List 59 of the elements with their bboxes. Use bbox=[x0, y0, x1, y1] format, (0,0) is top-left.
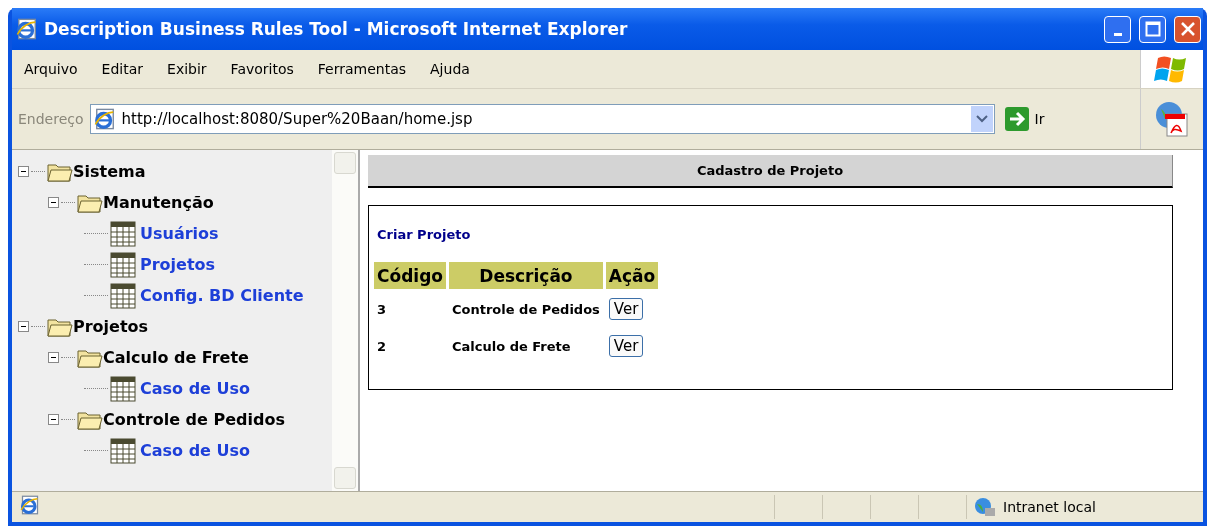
tree-folder-label[interactable]: Manutenção bbox=[103, 193, 214, 212]
tree-folder-label[interactable]: Sistema bbox=[73, 162, 146, 181]
collapse-icon[interactable] bbox=[18, 166, 29, 177]
maximize-button[interactable] bbox=[1139, 15, 1166, 43]
table-icon bbox=[110, 251, 136, 278]
address-label: Endereço bbox=[18, 111, 84, 127]
folder-icon bbox=[77, 347, 103, 368]
view-button[interactable]: Ver bbox=[608, 298, 644, 320]
table-cell-text: 2 bbox=[376, 337, 388, 356]
address-field[interactable]: http://localhost:8080/Super%20Baan/home.jsp bbox=[89, 104, 995, 134]
close-icon bbox=[1179, 21, 1196, 37]
collapse-icon[interactable] bbox=[48, 352, 59, 363]
tree-link[interactable]: Caso de Uso bbox=[140, 441, 250, 460]
network-globe-icon bbox=[973, 496, 997, 518]
tree-link[interactable]: Config. BD Cliente bbox=[140, 286, 304, 305]
menu-item[interactable]: Arquivo bbox=[12, 61, 90, 77]
page-icon bbox=[93, 108, 116, 130]
collapse-icon[interactable] bbox=[18, 321, 29, 332]
close-button[interactable] bbox=[1174, 15, 1201, 43]
folder-icon bbox=[77, 409, 103, 430]
menu-item[interactable]: Editar bbox=[89, 61, 156, 77]
menu-item[interactable]: Ferramentas bbox=[305, 61, 419, 77]
table-cell-text: Controle de Pedidos bbox=[451, 300, 601, 319]
pdf-globe-icon[interactable] bbox=[1155, 101, 1189, 137]
folder-icon bbox=[47, 161, 73, 182]
column-header: Descrição bbox=[449, 262, 603, 289]
tree-folder-label[interactable]: Projetos bbox=[73, 317, 149, 336]
dropdown-icon[interactable] bbox=[975, 115, 988, 123]
menu-item[interactable]: Exibir bbox=[155, 61, 219, 77]
menu-item[interactable]: Ajuda bbox=[418, 61, 482, 77]
tree-link[interactable]: Usuários bbox=[140, 224, 219, 243]
table-cell-text: 3 bbox=[376, 300, 388, 319]
table-icon bbox=[110, 437, 136, 464]
menu-item[interactable]: Favoritos bbox=[218, 61, 306, 77]
tree-folder-label[interactable]: Calculo de Frete bbox=[103, 348, 249, 367]
maximize-icon bbox=[1144, 21, 1161, 37]
tree-folder-label[interactable]: Controle de Pedidos bbox=[103, 410, 285, 429]
page-icon bbox=[20, 495, 40, 515]
table-icon bbox=[110, 282, 136, 309]
window-title: Description Business Rules Tool - Microsoft Internet Explorer bbox=[44, 19, 629, 39]
minimize-icon bbox=[1113, 32, 1122, 36]
collapse-icon[interactable] bbox=[48, 197, 59, 208]
folder-icon bbox=[77, 192, 103, 213]
go-button[interactable]: Ir bbox=[1000, 107, 1049, 131]
tree-link[interactable]: Caso de Uso bbox=[140, 379, 250, 398]
browser-icon bbox=[16, 18, 38, 40]
tree-link[interactable]: Projetos bbox=[140, 255, 216, 274]
table-icon bbox=[110, 375, 136, 402]
zone-label: Intranet local bbox=[1003, 499, 1096, 515]
page-heading: Cadastro de Projeto bbox=[368, 155, 1173, 188]
create-project-link[interactable]: Criar Projeto bbox=[377, 227, 471, 242]
table-cell-text: Calculo de Frete bbox=[451, 337, 572, 356]
table-icon bbox=[110, 220, 136, 247]
column-header: Ação bbox=[605, 262, 659, 289]
view-button[interactable]: Ver bbox=[608, 335, 644, 357]
collapse-icon[interactable] bbox=[48, 414, 59, 425]
column-header: Código bbox=[374, 262, 446, 289]
folder-icon bbox=[47, 316, 73, 337]
minimize-button[interactable] bbox=[1104, 15, 1131, 43]
